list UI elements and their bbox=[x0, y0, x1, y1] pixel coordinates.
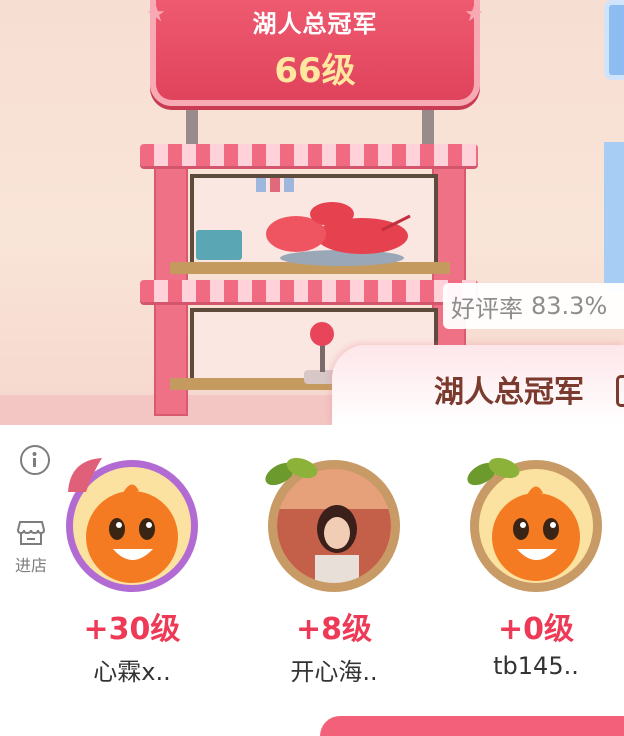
star-icon: ★ bbox=[464, 2, 484, 27]
member-level: +0级 bbox=[497, 612, 574, 647]
member-card[interactable]: +30级 心霖x.. bbox=[42, 458, 222, 687]
member-level: +30级 bbox=[83, 612, 181, 647]
sign-level: 66级 bbox=[274, 51, 356, 91]
bottom-action-bar[interactable] bbox=[320, 716, 624, 736]
lower-awning bbox=[140, 280, 478, 302]
member-name: tb145.. bbox=[493, 652, 579, 680]
shop-scene: ★ ★ 湖人总冠军 66级 好评率 83.3% 湖人总冠军 bbox=[0, 0, 624, 425]
helmet-badge-icon bbox=[68, 458, 102, 492]
leaf-badge-icon bbox=[265, 457, 318, 486]
sign-pole-left bbox=[186, 108, 198, 144]
star-icon: ★ bbox=[146, 2, 166, 27]
member-level: +8级 bbox=[295, 612, 372, 647]
lobster-icon bbox=[266, 202, 411, 266]
member-name: 心霖x.. bbox=[93, 658, 171, 686]
name-tab-edge-icon bbox=[616, 375, 624, 407]
shop-sign: ★ ★ 湖人总冠军 66级 bbox=[146, 0, 484, 106]
next-stall-partial bbox=[604, 142, 624, 292]
sink-icon bbox=[196, 230, 242, 260]
sign-pole-right bbox=[422, 108, 434, 144]
next-sign-partial bbox=[604, 0, 624, 80]
sign-title: 湖人总冠军 bbox=[252, 10, 378, 38]
rating-badge: 好评率 83.3% bbox=[443, 283, 624, 329]
member-name: 开心海.. bbox=[290, 658, 378, 686]
rating-label: 好评率 bbox=[451, 294, 523, 323]
bunting-flags-icon bbox=[256, 178, 294, 192]
upper-awning bbox=[140, 144, 478, 166]
shop-name-tab[interactable]: 湖人总冠军 bbox=[332, 345, 624, 425]
rating-value: 83.3% bbox=[531, 292, 608, 320]
member-card[interactable]: +8级 开心海.. bbox=[244, 457, 424, 687]
member-card[interactable]: +0级 tb145.. bbox=[446, 457, 624, 680]
leaf-badge-icon bbox=[467, 457, 520, 486]
shop-name: 湖人总冠军 bbox=[434, 375, 584, 410]
